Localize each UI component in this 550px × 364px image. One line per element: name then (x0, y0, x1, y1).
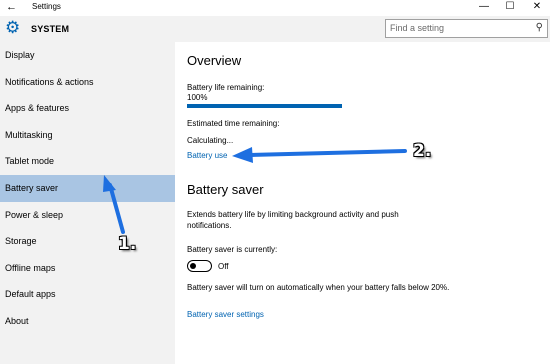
sidebar-item-about[interactable]: About (0, 308, 175, 335)
sidebar-item-offline-maps[interactable]: Offline maps (0, 255, 175, 282)
title-bar: ← Settings — ☐ ✕ (0, 0, 550, 16)
toggle-state-label: Off (218, 262, 229, 271)
sidebar-item-multitasking[interactable]: Multitasking (0, 122, 175, 149)
sidebar-item-display[interactable]: Display (0, 42, 175, 69)
search-icon[interactable]: ⚲ (536, 22, 543, 33)
battery-saver-status-label: Battery saver is currently: (187, 245, 278, 254)
annotation-label-1: 1. (118, 234, 137, 254)
section-title: SYSTEM (31, 24, 70, 34)
battery-saver-settings-link[interactable]: Battery saver settings (187, 310, 264, 319)
annotation-label-2: 2. (413, 141, 432, 161)
battery-saver-toggle[interactable] (187, 260, 212, 272)
sidebar-item-battery-saver[interactable]: Battery saver (0, 175, 175, 202)
search-input[interactable]: Find a setting ⚲ (385, 19, 548, 38)
sidebar-item-apps-features[interactable]: Apps & features (0, 95, 175, 122)
gear-icon: ⚙ (5, 18, 21, 37)
sidebar-item-power-sleep[interactable]: Power & sleep (0, 202, 175, 229)
annotation-arrow-2 (232, 147, 407, 163)
sidebar-header: ⚙ SYSTEM (0, 16, 175, 42)
sidebar-item-notifications-actions[interactable]: Notifications & actions (0, 69, 175, 96)
battery-saver-description: Extends battery life by limiting backgro… (187, 210, 399, 230)
sidebar-item-storage[interactable]: Storage (0, 228, 175, 255)
back-arrow-icon[interactable]: ← (6, 0, 20, 16)
estimated-time-label: Estimated time remaining: (187, 119, 280, 128)
minimize-button[interactable]: — (473, 0, 495, 16)
maximize-button[interactable]: ☐ (499, 0, 521, 16)
battery-saver-heading: Battery saver (187, 182, 264, 197)
battery-use-link[interactable]: Battery use (187, 151, 227, 160)
search-placeholder: Find a setting (390, 23, 445, 33)
window-title: Settings (32, 2, 61, 11)
sidebar-item-default-apps[interactable]: Default apps (0, 281, 175, 308)
estimated-time-value: Calculating... (187, 136, 234, 145)
sidebar-item-tablet-mode[interactable]: Tablet mode (0, 148, 175, 175)
battery-progress-bar (187, 104, 342, 108)
battery-progress-fill (187, 104, 342, 108)
toggle-knob (190, 262, 196, 269)
sidebar: ⚙ SYSTEM Display Notifications & actions A… (0, 16, 175, 364)
battery-life-value: 100% (187, 93, 208, 102)
battery-saver-auto-text: Battery saver will turn on automatically… (187, 283, 450, 292)
overview-heading: Overview (187, 53, 242, 68)
close-button[interactable]: ✕ (526, 0, 548, 16)
